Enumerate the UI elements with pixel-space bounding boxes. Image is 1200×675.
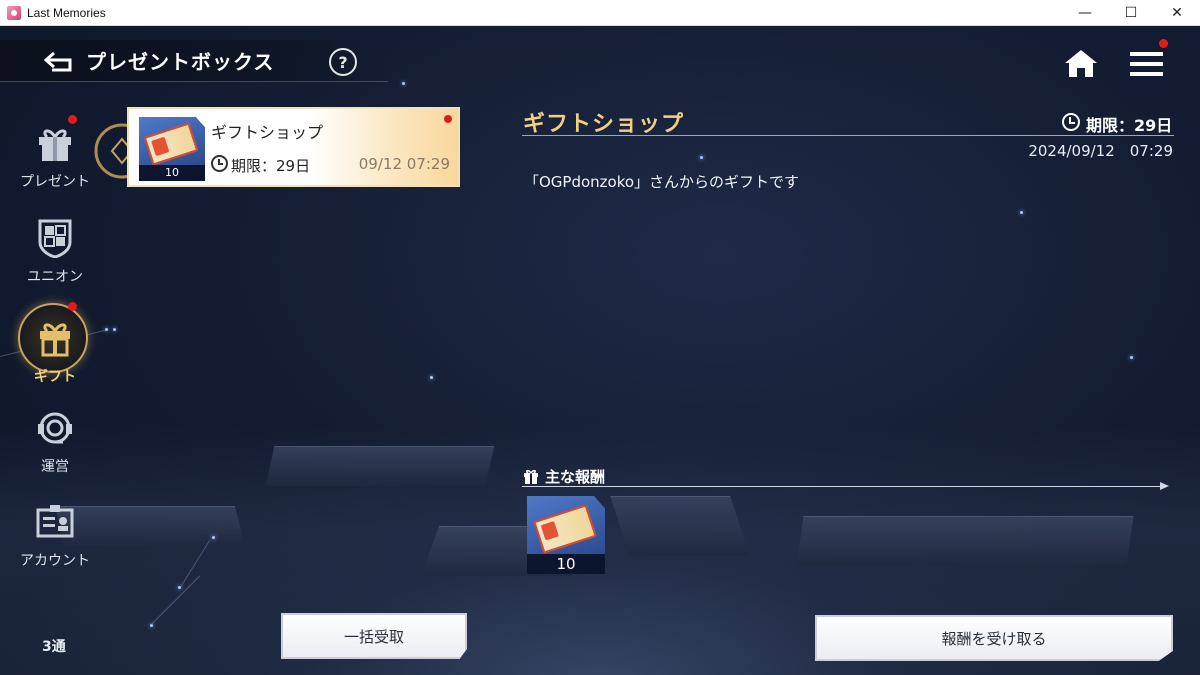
back-arrow-icon[interactable] [43,49,76,73]
sidebar-item-label: ユニオン [27,269,83,285]
star-particle [212,536,215,539]
app-icon [7,5,21,20]
sidebar-item-label: 運営 [41,459,69,475]
sidebar-item-operation[interactable]: 運営 [10,406,100,476]
menu-icon[interactable] [1130,48,1164,78]
detail-message: 「OGPdonzoko」さんからのギフトです [524,173,800,191]
notification-dot [1159,39,1168,48]
support-icon [33,406,77,450]
home-icon[interactable] [1064,48,1098,78]
star-particle [402,82,405,85]
gift-box-icon [33,121,77,165]
window-titlebar: Last Memories — ☐ ✕ [0,0,1200,26]
item-limit: 期限：29日 [231,157,311,175]
sidebar-item-label: アカウント [20,553,90,569]
item-quantity: 10 [139,165,205,181]
badge-dot [68,115,77,124]
divider [522,135,1174,136]
reward-quantity: 10 [527,554,605,574]
game-screen: プレゼントボックス ? プレゼント ユニオン ギフト 運営 アカウント 3通 1… [0,26,1200,675]
divider [522,486,1162,487]
item-date: 09/12 07:29 [358,155,450,173]
background-slab [265,446,495,486]
arrow-right-icon [1160,482,1169,490]
item-thumbnail: 10 [139,117,205,181]
help-icon[interactable]: ? [329,48,357,76]
shield-icon [33,216,77,260]
bulk-receive-button[interactable]: 一括受取 [281,613,467,659]
star-particle [700,156,703,159]
maximize-button[interactable]: ☐ [1108,0,1154,26]
gift-icon [33,316,77,360]
reward-item[interactable]: 10 [527,496,605,574]
header-bar: プレゼントボックス ? [0,40,388,82]
close-button[interactable]: ✕ [1154,0,1200,26]
sidebar-item-union[interactable]: ユニオン [10,216,100,286]
page-title: プレゼントボックス [86,50,275,74]
sidebar-item-label: ギフト [34,369,76,385]
ticket-icon [143,122,199,166]
detail-title: ギフトショップ [523,112,685,137]
ticket-icon [533,504,597,554]
window-title: Last Memories [27,5,106,20]
badge-dot [68,302,77,311]
star-particle [1020,211,1023,214]
sidebar-item-label: プレゼント [20,174,90,190]
minimize-button[interactable]: — [1062,0,1108,26]
unread-dot [444,115,452,123]
id-card-icon [33,500,77,544]
sidebar-item-gift[interactable]: ギフト [10,316,100,386]
star-particle [1130,356,1133,359]
item-title: ギフトショップ [211,123,324,142]
clock-icon [1062,113,1080,131]
star-particle [113,328,116,331]
sidebar-item-present[interactable]: プレゼント [10,121,100,191]
detail-datetime: 2024/09/12 07:29 [1028,142,1173,160]
message-count: 3通 [42,639,66,655]
background-slab [796,516,1134,566]
sidebar-item-account[interactable]: アカウント [10,500,100,570]
star-particle [430,376,433,379]
clock-icon [211,155,228,172]
background-slab [610,496,750,556]
detail-limit: 期限：29日 [1086,116,1173,135]
receive-reward-button[interactable]: 報酬を受け取る [815,615,1173,661]
rewards-label: 主な報酬 [545,468,606,486]
gift-list-item[interactable]: 10 ギフトショップ 期限：29日 09/12 07:29 [127,107,460,187]
gift-icon [523,469,539,484]
